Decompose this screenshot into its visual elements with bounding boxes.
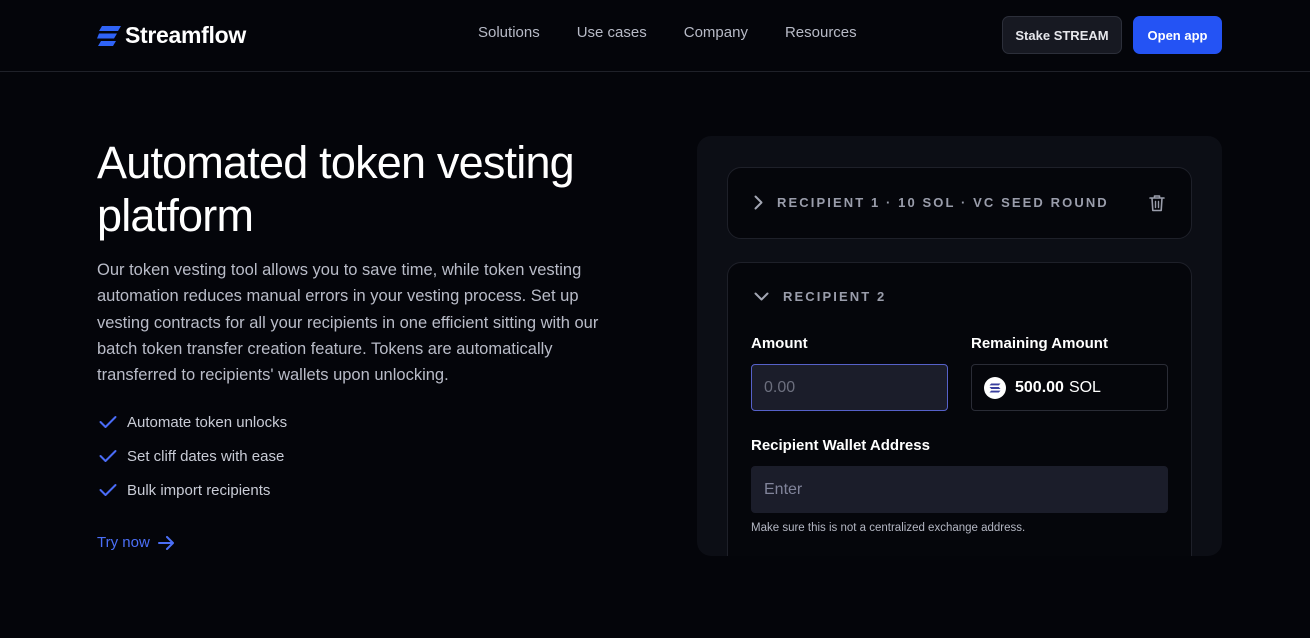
try-now-label: Try now: [97, 534, 150, 551]
feature-label: Bulk import recipients: [127, 481, 271, 499]
remaining-amount-value: 500.00: [1015, 378, 1064, 396]
brand-name: Streamflow: [125, 22, 246, 48]
nav-solutions[interactable]: Solutions: [478, 24, 540, 41]
try-now-link[interactable]: Try now: [97, 534, 175, 551]
recipient-2-title: RECIPIENT 2: [783, 289, 887, 304]
remaining-amount-unit: SOL: [1068, 378, 1101, 396]
remaining-amount-display: 500.00 SOL: [971, 364, 1168, 411]
trash-icon[interactable]: [1149, 194, 1165, 212]
chevron-down-icon: [754, 292, 769, 301]
hero-title: Automated token vesting platform: [97, 137, 575, 241]
amount-input[interactable]: [751, 364, 948, 411]
recipient-1-card[interactable]: RECIPIENT 1 · 10 SOL · VC SEED ROUND: [727, 167, 1192, 239]
feature-item: Bulk import recipients: [99, 473, 287, 507]
wallet-address-label: Recipient Wallet Address: [751, 437, 930, 454]
recipient-1-header[interactable]: RECIPIENT 1 · 10 SOL · VC SEED ROUND: [754, 195, 1109, 210]
check-icon: [99, 450, 117, 462]
check-icon: [99, 416, 117, 428]
recipient-2-header[interactable]: RECIPIENT 2: [754, 289, 886, 304]
arrow-right-icon: [157, 535, 174, 550]
check-icon: [99, 484, 117, 496]
open-app-button[interactable]: Open app: [1133, 16, 1222, 54]
brand-logo[interactable]: Streamflow: [97, 22, 246, 49]
nav-company[interactable]: Company: [684, 24, 748, 41]
wallet-address-input[interactable]: [751, 466, 1168, 513]
solana-icon: [984, 376, 1006, 399]
feature-item: Set cliff dates with ease: [99, 439, 287, 473]
streamflow-logo-icon: [97, 25, 121, 46]
feature-list: Automate token unlocks Set cliff dates w…: [99, 405, 287, 507]
amount-label: Amount: [751, 335, 808, 352]
feature-item: Automate token unlocks: [99, 405, 287, 439]
main-nav: Solutions Use cases Company Resources: [478, 24, 857, 41]
hero-description: Our token vesting tool allows you to sav…: [97, 261, 599, 385]
wallet-address-hint: Make sure this is not a centralized exch…: [751, 522, 1026, 534]
feature-label: Automate token unlocks: [127, 413, 288, 431]
stake-stream-button[interactable]: Stake STREAM: [1002, 16, 1122, 54]
remaining-amount-label: Remaining Amount: [971, 335, 1108, 352]
nav-resources[interactable]: Resources: [785, 24, 857, 41]
feature-label: Set cliff dates with ease: [127, 447, 285, 465]
top-navigation-bar: Streamflow Solutions Use cases Company R…: [0, 0, 1310, 72]
vesting-form-panel: RECIPIENT 1 · 10 SOL · VC SEED ROUND REC…: [697, 136, 1222, 556]
nav-use-cases[interactable]: Use cases: [577, 24, 647, 41]
recipient-1-title: RECIPIENT 1 · 10 SOL · VC SEED ROUND: [777, 195, 1109, 210]
recipient-2-card: RECIPIENT 2 Amount Remaining Amount 500.…: [727, 262, 1192, 556]
chevron-right-icon: [754, 195, 763, 210]
